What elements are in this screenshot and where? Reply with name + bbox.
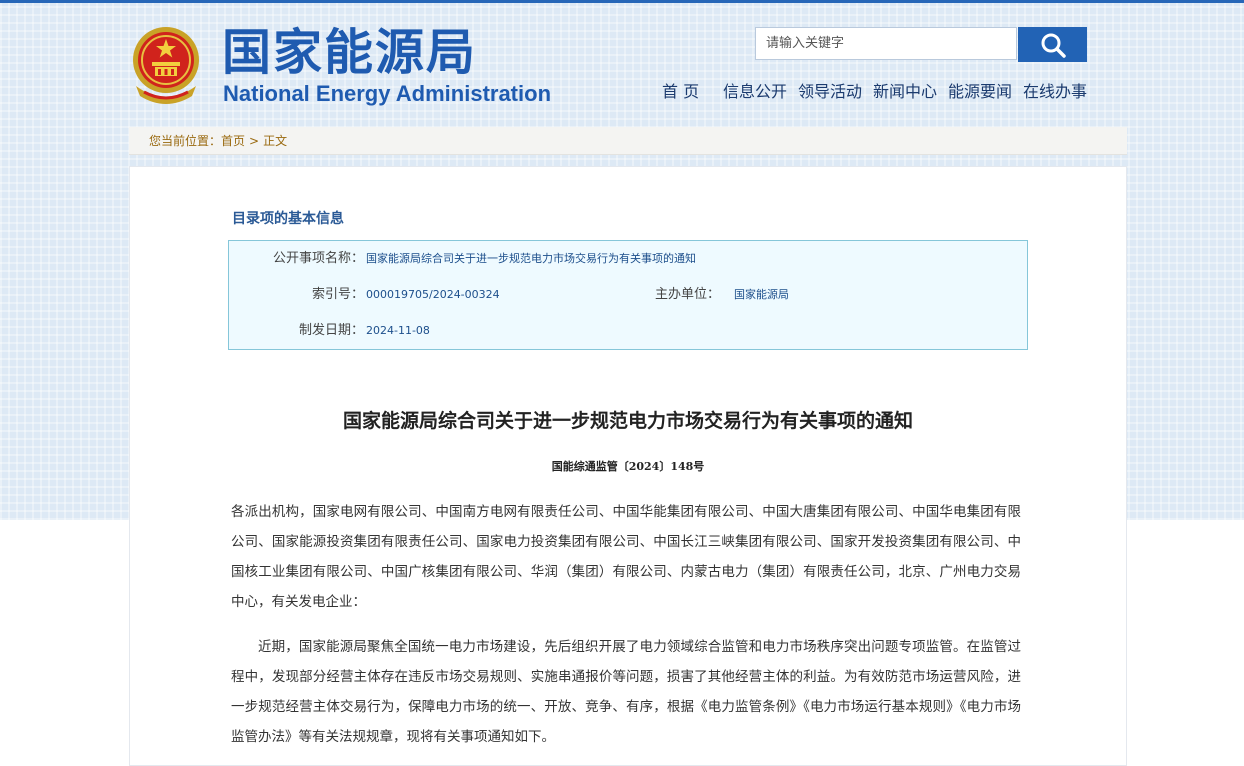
document-title: 国家能源局综合司关于进一步规范电力市场交易行为有关事项的通知 — [342, 410, 913, 432]
nav-item-online-service[interactable]: 在线办事 — [1023, 81, 1087, 103]
top-accent-line — [0, 0, 1244, 3]
search-icon — [1041, 33, 1066, 58]
nav-item-leadership[interactable]: 领导活动 — [798, 81, 862, 103]
breadcrumb-prefix: 您当前位置： — [149, 134, 222, 148]
search-input[interactable] — [755, 27, 1017, 60]
document-number: 国能综通监管〔2024〕148号 — [551, 460, 705, 473]
breadcrumb-home-link[interactable]: 首页 — [221, 134, 245, 148]
info-value-name: 国家能源局综合司关于进一步规范电力市场交易行为有关事项的通知 — [366, 252, 696, 265]
breadcrumb: 您当前位置：首页 > 正文 — [129, 127, 1127, 155]
nav-item-news[interactable]: 新闻中心 — [873, 81, 937, 103]
info-value-index: 000019705/2024-00324 — [366, 288, 500, 301]
info-label-unit: 主办单位： — [654, 287, 720, 302]
info-value-unit: 国家能源局 — [734, 288, 789, 301]
nav-item-info-disclosure[interactable]: 信息公开 — [723, 81, 787, 103]
nav-item-energy-news[interactable]: 能源要闻 — [948, 81, 1012, 103]
document-paragraph: 各派出机构，国家电网有限公司、中国南方电网有限责任公司、中国华能集团有限公司、中… — [231, 504, 1021, 610]
nav-item-home[interactable]: 首 页 — [662, 81, 699, 103]
info-label-name: 公开事项名称： — [272, 251, 364, 266]
main-navigation: 首 页 信息公开 领导活动 新闻中心 能源要闻 在线办事 — [0, 81, 1244, 105]
search-button[interactable] — [1018, 27, 1087, 62]
info-section-title: 目录项的基本信息 — [232, 211, 344, 227]
breadcrumb-current: 正文 — [263, 134, 288, 148]
info-label-date: 制发日期： — [298, 323, 364, 338]
info-label-index: 索引号： — [311, 287, 364, 302]
document-paragraph: 近期，国家能源局聚焦全国统一电力市场建设，先后组织开展了电力领域综合监管和电力市… — [231, 639, 1021, 745]
info-value-date: 2024-11-08 — [366, 324, 430, 337]
site-title-chinese: 国家能源局 — [222, 24, 478, 81]
breadcrumb-separator-icon: > — [249, 134, 260, 148]
